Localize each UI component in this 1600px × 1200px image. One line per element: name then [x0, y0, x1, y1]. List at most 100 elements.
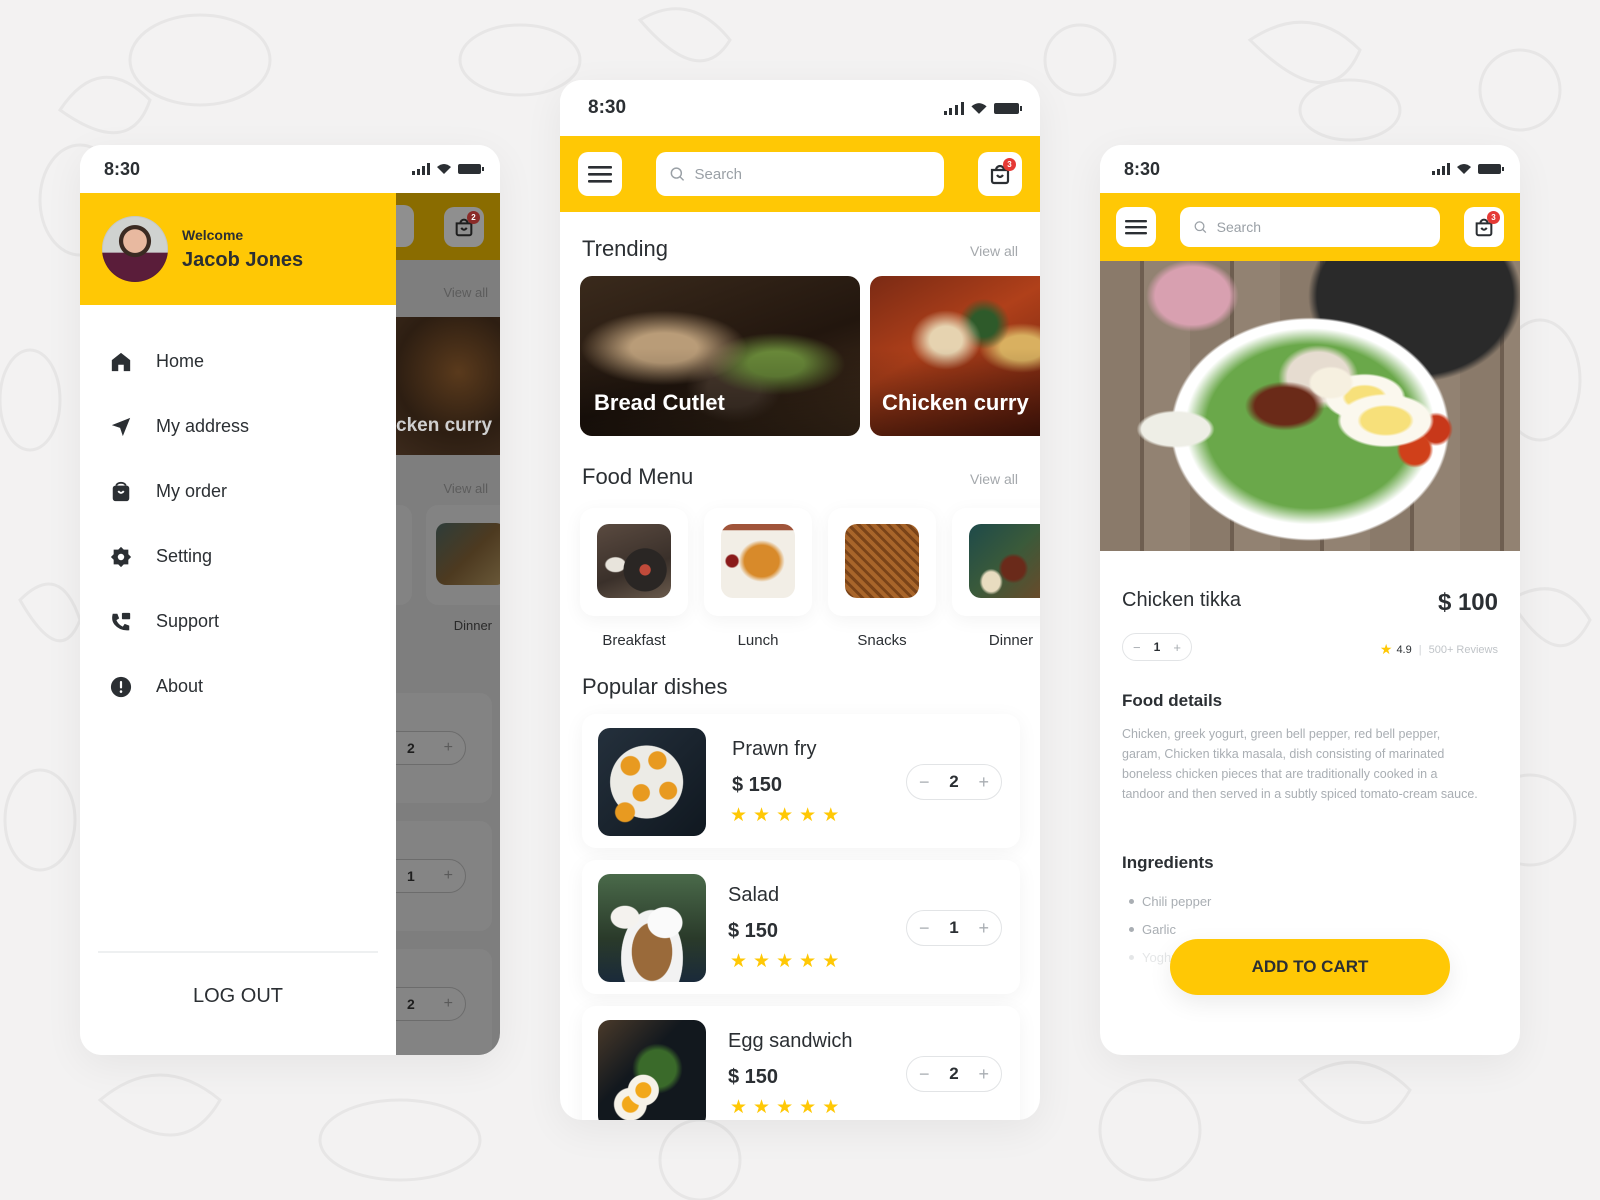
drawer-screen: 8:30 2 View all cken curry View all Dinn…	[80, 145, 500, 1055]
rating-summary[interactable]: ★ 4.9 | 500+ Reviews	[1380, 641, 1498, 658]
dish-image	[598, 728, 706, 836]
quantity-value: 2	[949, 1064, 959, 1083]
section-title: Food Menu	[582, 464, 694, 489]
food-category-dinner[interactable]: Dinner	[952, 508, 1040, 649]
star-icon: ★	[799, 805, 817, 826]
wifi-icon	[971, 102, 987, 114]
add-to-cart-button[interactable]: ADD TO CART	[1170, 939, 1450, 995]
cart-button[interactable]: 3	[978, 152, 1022, 196]
ingredient-item: Chili pepper	[1122, 887, 1211, 915]
status-bar: 8:30	[560, 80, 1040, 136]
trending-card-title-dimmed: cken curry	[396, 415, 493, 436]
trending-card[interactable]: Bread Cutlet	[580, 276, 860, 436]
food-category-snacks[interactable]: Snacks	[828, 508, 936, 649]
food-menu-carousel[interactable]: Breakfast Lunch Snacks Dinner	[560, 508, 1040, 658]
category-image	[845, 524, 919, 598]
decrement-button[interactable]: −	[919, 1064, 930, 1085]
battery-icon	[1478, 164, 1504, 174]
trending-carousel[interactable]: Bread Cutlet Chicken curry	[560, 276, 1040, 436]
view-all-link[interactable]: View all	[970, 243, 1018, 259]
decrement-button[interactable]: −	[1133, 640, 1141, 655]
quantity-stepper[interactable]: − 2 +	[906, 764, 1002, 800]
search-input[interactable]	[1216, 219, 1426, 235]
avatar[interactable]	[102, 216, 168, 282]
category-label: Snacks	[857, 632, 907, 649]
rating-stars: ★ ★ ★ ★ ★	[730, 806, 839, 825]
drawer-divider	[98, 951, 378, 953]
star-icon: ★	[822, 1097, 840, 1118]
star-icon: ★	[730, 805, 748, 826]
view-all-link-dimmed: View all	[443, 285, 488, 300]
drawer-item-about[interactable]: About	[80, 654, 396, 719]
dish-price: $ 150	[732, 774, 783, 796]
search-bar[interactable]	[1180, 207, 1440, 247]
hamburger-menu-icon	[1125, 220, 1147, 235]
search-bar[interactable]	[656, 152, 944, 196]
menu-button[interactable]	[1116, 207, 1156, 247]
status-icons	[944, 101, 1022, 115]
quantity-value: 2	[949, 772, 959, 791]
increment-button[interactable]: +	[978, 1064, 989, 1085]
top-header: 3	[560, 136, 1040, 212]
search-icon	[1194, 221, 1207, 233]
top-header: 3	[1100, 193, 1520, 261]
gear-icon	[110, 546, 132, 567]
drawer-item-setting[interactable]: Setting	[80, 524, 396, 589]
star-icon: ★	[799, 951, 817, 972]
dinner-label-dimmed: Dinner	[453, 618, 492, 633]
dish-card[interactable]: Prawn fry $ 150 ★ ★ ★ ★ ★ − 2 +	[582, 714, 1020, 848]
drawer-item-my-address[interactable]: My address	[80, 394, 396, 459]
star-icon: ★	[776, 1097, 794, 1118]
decrement-button[interactable]: −	[919, 918, 930, 939]
drawer-item-my-order[interactable]: My order	[80, 459, 396, 524]
signal-icon	[944, 101, 964, 115]
rating-stars: ★ ★ ★ ★ ★	[730, 1098, 839, 1117]
dish-name: Salad	[728, 884, 780, 906]
search-input[interactable]	[694, 165, 930, 183]
view-all-link[interactable]: View all	[970, 471, 1018, 487]
qty-stepper-dimmed[interactable]: 2 +	[396, 987, 466, 1021]
qty-stepper-dimmed[interactable]: 2 +	[396, 731, 466, 765]
battery-icon	[994, 102, 1022, 114]
menu-button[interactable]	[578, 152, 622, 196]
shopping-bag-icon	[112, 481, 130, 501]
signal-icon	[1432, 163, 1450, 175]
star-icon: ★	[1379, 641, 1393, 657]
food-details-text: Chicken, greek yogurt, green bell pepper…	[1122, 727, 1478, 801]
cart-button[interactable]: 3	[1464, 207, 1504, 247]
category-image	[597, 524, 671, 598]
increment-button[interactable]: +	[978, 918, 989, 939]
quantity-stepper[interactable]: − 2 +	[906, 1056, 1002, 1092]
dish-price: $ 150	[728, 920, 779, 942]
trending-card[interactable]: Chicken curry	[870, 276, 1040, 436]
navigation-drawer: Welcome Jacob Jones Home My address My o…	[80, 193, 396, 1055]
decrement-button[interactable]: −	[919, 772, 930, 793]
food-category-lunch[interactable]: Lunch	[704, 508, 812, 649]
info-exclamation-icon	[110, 676, 132, 697]
trending-section-header: Trending View all	[560, 236, 1040, 262]
qty-stepper-dimmed[interactable]: 1 +	[396, 859, 466, 893]
drawer-item-home[interactable]: Home	[80, 329, 396, 394]
navigation-arrow-icon	[111, 417, 131, 436]
star-icon: ★	[730, 1097, 748, 1118]
food-category-breakfast[interactable]: Breakfast	[580, 508, 688, 649]
wifi-icon	[1457, 164, 1471, 174]
dish-card[interactable]: Salad $ 150 ★ ★ ★ ★ ★ − 1 +	[582, 860, 1020, 994]
dinner-image-dimmed	[436, 523, 500, 585]
star-icon: ★	[822, 805, 840, 826]
dimmed-background-screen[interactable]: 2 View all cken curry View all Dinner 2 +…	[396, 193, 500, 1055]
increment-button[interactable]: +	[1173, 640, 1181, 655]
quantity-value: 1	[949, 918, 959, 937]
dish-name: Egg sandwich	[728, 1030, 853, 1052]
quantity-stepper[interactable]: − 1 +	[1122, 633, 1192, 661]
hamburger-menu-icon	[588, 166, 612, 183]
drawer-item-label: About	[156, 676, 204, 696]
logout-button[interactable]: LOG OUT	[80, 985, 396, 1008]
user-name: Jacob Jones	[182, 248, 304, 271]
status-time: 8:30	[1124, 158, 1161, 179]
drawer-item-support[interactable]: Support	[80, 589, 396, 654]
quantity-stepper[interactable]: − 1 +	[906, 910, 1002, 946]
increment-button[interactable]: +	[978, 772, 989, 793]
dish-card[interactable]: Egg sandwich $ 150 ★ ★ ★ ★ ★ − 2 +	[582, 1006, 1020, 1120]
cart-count-badge: 3	[1487, 211, 1500, 224]
